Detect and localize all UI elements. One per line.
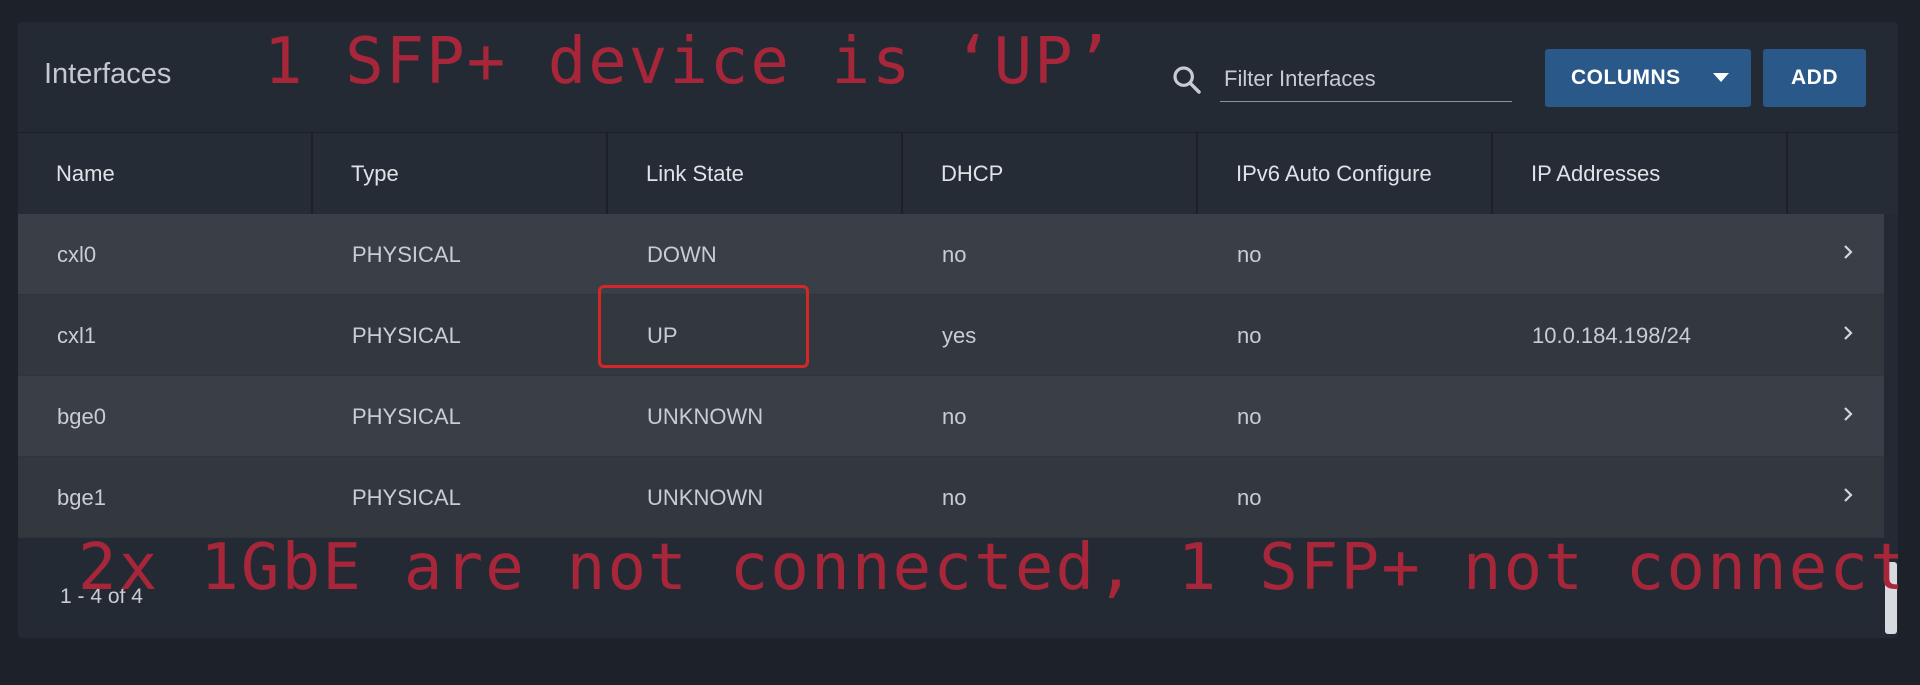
column-header-dhcp[interactable]: DHCP [903,133,1198,215]
columns-button-label: COLUMNS [1571,66,1681,89]
search-icon [1173,66,1201,94]
cell-ip-addresses [1493,457,1532,538]
table-row[interactable]: bge1 PHYSICAL UNKNOWN no no [18,457,1884,538]
annotation-top: 1 SFP+ device is ‘UP’ [264,25,1116,99]
table-row[interactable]: bge0 PHYSICAL UNKNOWN no no [18,376,1884,457]
column-header-link-state[interactable]: Link State [608,133,903,215]
cell-name: bge1 [57,485,106,510]
cell-type: PHYSICAL [352,242,461,267]
chevron-right-icon[interactable] [1838,323,1858,343]
cell-ip-addresses: 10.0.184.198/24 [1532,323,1692,348]
cell-dhcp: no [942,404,967,429]
table-row[interactable]: cxl1 PHYSICAL UP yes no 10.0.184.198/24 [18,295,1884,376]
chevron-down-icon [1713,73,1729,82]
cell-type: PHYSICAL [352,485,461,510]
columns-button[interactable]: COLUMNS [1545,49,1751,107]
column-header-name[interactable]: Name [18,133,313,215]
cell-name: cxl1 [57,323,97,348]
filter-interfaces-input[interactable] [1220,56,1512,102]
cell-ipv6-auto-configure: no [1237,323,1262,348]
column-header-ipv6-auto-configure[interactable]: IPv6 Auto Configure [1198,133,1493,215]
cell-ip-addresses [1493,376,1532,457]
chevron-right-icon[interactable] [1838,404,1858,424]
cell-dhcp: yes [942,323,977,348]
cell-name: cxl0 [57,242,97,267]
cell-link-state: DOWN [647,242,717,267]
annotation-bottom: 2x 1GbE are not connected, 1 SFP+ not co… [78,531,1898,605]
page-title: Interfaces [44,58,172,90]
interfaces-card: Interfaces COLUMNS ADD Name Type Link St… [18,22,1898,638]
cell-dhcp: no [942,485,967,510]
table-body: cxl0 PHYSICAL DOWN no no cxl1 PHYSICAL U… [18,214,1884,538]
chevron-right-icon[interactable] [1838,485,1858,505]
table-row[interactable]: cxl0 PHYSICAL DOWN no no [18,214,1884,295]
cell-type: PHYSICAL [352,404,461,429]
cell-link-state: UNKNOWN [647,485,764,510]
cell-type: PHYSICAL [352,323,461,348]
cell-ipv6-auto-configure: no [1237,485,1262,510]
cell-ipv6-auto-configure: no [1237,242,1262,267]
column-header-ip-addresses[interactable]: IP Addresses [1493,133,1788,215]
cell-ipv6-auto-configure: no [1237,404,1262,429]
cell-name: bge0 [57,404,106,429]
column-header-type[interactable]: Type [313,133,608,215]
link-state-highlight-box [598,285,809,368]
cell-link-state: UNKNOWN [647,404,764,429]
cell-dhcp: no [942,242,967,267]
add-button[interactable]: ADD [1763,49,1866,107]
table-header: Name Type Link State DHCP IPv6 Auto Conf… [18,132,1898,215]
cell-ip-addresses [1493,214,1532,295]
chevron-right-icon[interactable] [1838,242,1858,262]
